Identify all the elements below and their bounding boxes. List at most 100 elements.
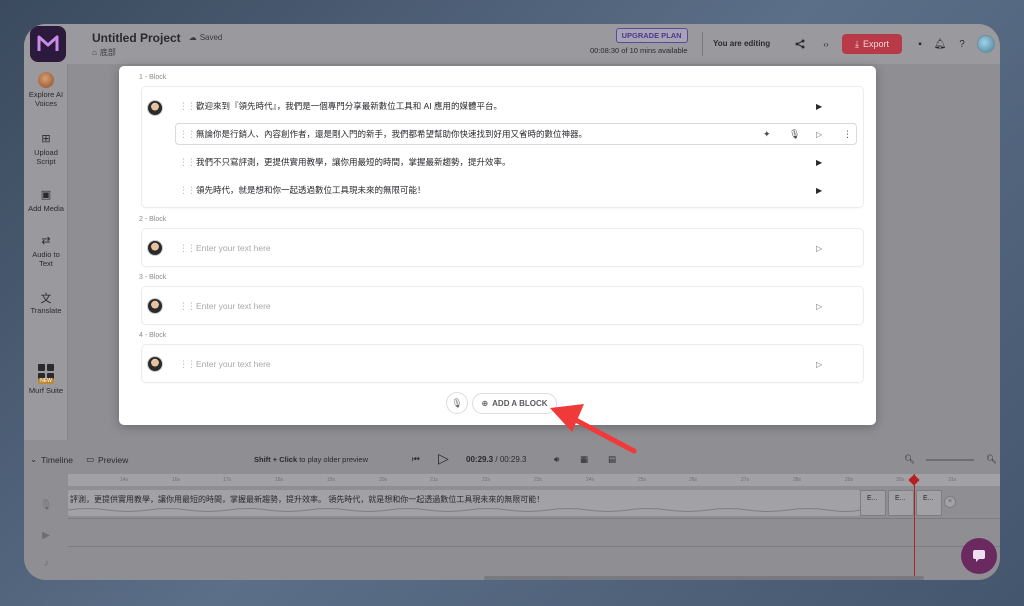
- text-row-active[interactable]: ⋮⋮ 無論你是行銷人、內容創作者，還是剛入門的新手，我們都希望幫助你快速找到好用…: [175, 123, 857, 145]
- sidebar-item-label: Upload Script: [34, 148, 58, 166]
- play-button[interactable]: ▷: [438, 450, 449, 467]
- upgrade-plan-button[interactable]: UPGRADE PLAN: [615, 28, 688, 43]
- drag-handle-icon[interactable]: ⋮⋮: [179, 301, 196, 312]
- total-time: 00:29.3: [499, 455, 527, 464]
- mic-icon[interactable]: 🎙︎: [789, 129, 800, 140]
- chevron-down-icon: ⌄: [30, 454, 38, 464]
- drag-handle-icon[interactable]: ⋮⋮: [179, 129, 196, 140]
- murf-logo-icon: [37, 35, 59, 51]
- project-title[interactable]: Untitled Project: [92, 31, 181, 45]
- export-label: Export: [862, 39, 889, 49]
- text-row[interactable]: ⋮⋮ Enter your text here ▷: [142, 237, 863, 259]
- ruler-tick: 24s: [586, 477, 595, 483]
- skip-start-button[interactable]: ⏮︎: [412, 454, 420, 465]
- ruler-tick: 19s: [327, 477, 336, 483]
- ruler-tick: 30s: [896, 477, 905, 483]
- text-row[interactable]: ⋮⋮ Enter your text here ▷: [142, 353, 863, 375]
- voice-audio-clip[interactable]: 評測，更提供實用教學，讓你用最短的時間，掌握最新趨勢，提升效率。 領先時代，就是…: [68, 490, 860, 516]
- drag-handle-icon[interactable]: ⋮⋮: [179, 101, 196, 112]
- breadcrumb-label: 底部: [99, 47, 116, 57]
- top-header: Untitled Project ☁ Saved ⌂ 底部 UPGRADE PL…: [24, 24, 1000, 64]
- drag-handle-icon[interactable]: ⋮⋮: [179, 359, 196, 370]
- play-outline-icon[interactable]: ▷: [816, 244, 822, 253]
- timeline-toggle[interactable]: ⌄ Timeline: [30, 454, 73, 465]
- ruler-tick: 22s: [482, 477, 491, 483]
- sparkle-icon[interactable]: ✦: [763, 129, 771, 140]
- video-settings-button[interactable]: ▦: [580, 454, 588, 465]
- text-placeholder[interactable]: Enter your text here: [196, 301, 271, 311]
- breadcrumb[interactable]: ⌂ 底部: [92, 47, 222, 58]
- upload-script-icon: ⊞: [41, 133, 51, 145]
- drag-handle-icon[interactable]: ⋮⋮: [179, 243, 196, 254]
- notifications-button[interactable]: 🔔︎: [930, 35, 950, 53]
- help-button[interactable]: ?: [952, 35, 972, 53]
- row-text[interactable]: 無論你是行銷人、內容創作者，還是剛入門的新手，我們都希望幫助你快速找到好用又省時…: [196, 128, 587, 140]
- sidebar-item-label: Add Media: [28, 204, 64, 213]
- ruler-tick: 17s: [223, 477, 232, 483]
- text-row[interactable]: ⋮⋮ 歡迎來到『領先時代』，我們是一個專門分享最新數位工具和 AI 應用的媒體平…: [142, 95, 863, 117]
- row-text[interactable]: 歡迎來到『領先時代』，我們是一個專門分享最新數位工具和 AI 應用的媒體平台。: [196, 100, 502, 112]
- play-outline-icon[interactable]: ▷: [816, 302, 822, 311]
- hint-shortcut: Shift + Click: [254, 455, 298, 464]
- mini-clip[interactable]: E...: [888, 490, 914, 516]
- zoom-in-button[interactable]: 🔍︎: [986, 454, 997, 465]
- more-options-icon[interactable]: ⋮: [843, 129, 852, 140]
- text-placeholder[interactable]: Enter your text here: [196, 243, 271, 253]
- block-label: 4 - Block: [139, 332, 167, 339]
- block-card-4: ⋮⋮ Enter your text here ▷: [142, 345, 863, 382]
- sidebar-item-upload-script[interactable]: ⊞ Upload Script: [24, 132, 68, 166]
- ruler-tick: 18s: [275, 477, 284, 483]
- play-outline-icon[interactable]: ▷: [816, 130, 822, 139]
- play-outline-icon[interactable]: ▷: [816, 360, 822, 369]
- ruler-tick: 26s: [689, 477, 698, 483]
- timeline-scrollbar[interactable]: [484, 576, 924, 580]
- subtitles-button[interactable]: ▤: [608, 454, 616, 465]
- play-icon[interactable]: ▶: [816, 102, 822, 111]
- text-placeholder[interactable]: Enter your text here: [196, 359, 271, 369]
- sidebar-item-murf-suite[interactable]: NEW Murf Suite: [24, 364, 68, 395]
- murf-logo[interactable]: [30, 26, 66, 62]
- add-block-button[interactable]: ⊕ ADD A BLOCK: [472, 393, 557, 414]
- sidebar-item-translate[interactable]: 文 Translate: [24, 290, 68, 315]
- row-text[interactable]: 我們不只寫評測，更提供實用教學，讓你用最短的時間，掌握最新趨勢，提升效率。: [196, 156, 511, 168]
- play-icon[interactable]: ▶: [816, 186, 822, 195]
- embed-code-button[interactable]: ‹›: [816, 35, 836, 53]
- time-available: 00:08:30 of 10 mins available: [590, 46, 688, 55]
- drag-handle-icon[interactable]: ⋮⋮: [179, 185, 196, 196]
- text-row[interactable]: ⋮⋮ 我們不只寫評測，更提供實用教學，讓你用最短的時間，掌握最新趨勢，提升效率。…: [142, 151, 863, 173]
- home-icon: ⌂: [92, 47, 97, 57]
- ruler-tick: 21s: [430, 477, 439, 483]
- preview-icon: ▭: [86, 454, 95, 464]
- mini-clip[interactable]: E...: [916, 490, 942, 516]
- export-button[interactable]: ⤓ Export: [842, 34, 902, 54]
- drag-handle-icon[interactable]: ⋮⋮: [179, 157, 196, 168]
- volume-button[interactable]: 🔊︎: [554, 454, 559, 465]
- user-avatar-button[interactable]: [976, 35, 996, 53]
- play-icon[interactable]: ▶: [816, 158, 822, 167]
- timeline-ruler[interactable]: 14s 16s 17s 18s 19s 20s 21s 22s 23s 24s 25s 26s 27s 2…: [68, 474, 1000, 486]
- text-row[interactable]: ⋮⋮ 領先時代，就是想和你一起透過數位工具現未來的無限可能！ ▶: [142, 179, 863, 201]
- saved-label: Saved: [199, 33, 223, 42]
- row-text[interactable]: 領先時代，就是想和你一起透過數位工具現未來的無限可能！: [196, 184, 426, 196]
- sidebar-item-audio-to-text[interactable]: ⇄ Audio to Text: [24, 234, 68, 268]
- support-chat-button[interactable]: [961, 538, 997, 574]
- mini-clip[interactable]: E...: [860, 490, 886, 516]
- zoom-slider[interactable]: [926, 459, 974, 461]
- preview-button[interactable]: ▭ Preview: [86, 454, 128, 465]
- clip-close-icon[interactable]: ×: [944, 496, 956, 508]
- zoom-out-button[interactable]: 🔍︎: [904, 454, 915, 465]
- ruler-tick: 31s: [948, 477, 957, 483]
- share-button[interactable]: [790, 35, 810, 53]
- sidebar-item-explore-ai-voices[interactable]: Explore AI Voices: [24, 72, 68, 108]
- playhead[interactable]: [914, 474, 915, 576]
- time-separator: /: [493, 455, 500, 464]
- sidebar-item-add-media[interactable]: ▣ Add Media: [24, 188, 68, 213]
- voice-record-button[interactable]: 🎙︎: [446, 392, 468, 414]
- block-card-3: ⋮⋮ Enter your text here ▷: [142, 287, 863, 324]
- comments-button[interactable]: ▪: [910, 35, 930, 53]
- bell-icon: 🔔︎: [933, 38, 947, 50]
- text-row[interactable]: ⋮⋮ Enter your text here ▷: [142, 295, 863, 317]
- plus-circle-icon: ⊕: [481, 399, 489, 408]
- sidebar-item-label: Explore AI Voices: [28, 90, 64, 108]
- script-editor-modal: 1 - Block ⋮⋮ 歡迎來到『領先時代』，我們是一個專門分享最新數位工具和…: [119, 66, 876, 425]
